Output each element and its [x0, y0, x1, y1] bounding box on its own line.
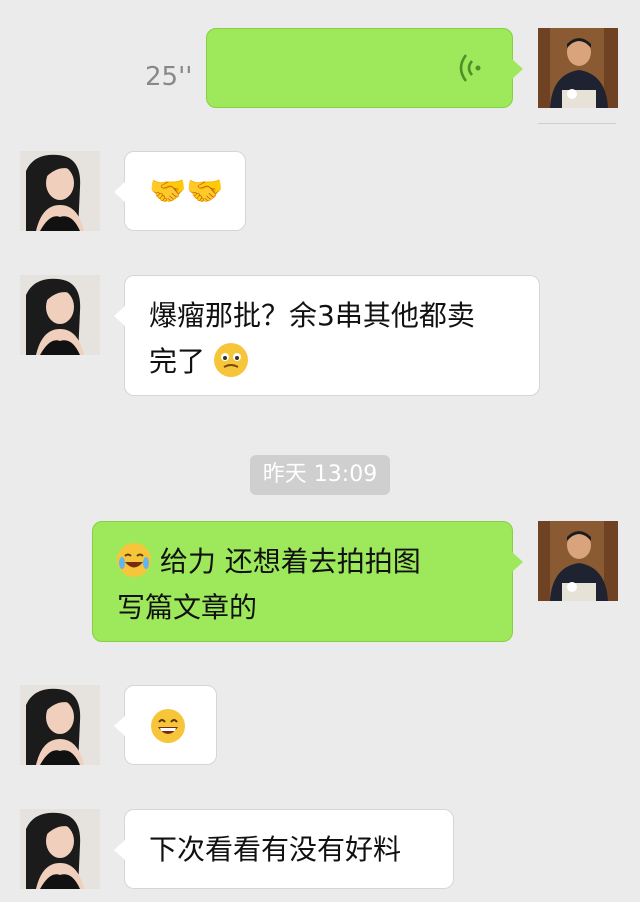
- bubble-tail: [114, 716, 125, 736]
- message-line-with-emoji: 给力 还想着去拍拍图: [117, 539, 512, 585]
- laugh-cry-emoji: [117, 543, 151, 577]
- bubble-tail: [512, 552, 523, 572]
- man-avatar-image: [538, 28, 618, 108]
- voice-wave-icon: [459, 54, 481, 82]
- avatar-contact[interactable]: [20, 685, 100, 765]
- bubble-tail: [512, 59, 523, 79]
- woman-avatar-image: [20, 275, 100, 355]
- timestamp: 昨天 13:09: [250, 455, 390, 495]
- avatar-underline: [538, 123, 616, 124]
- message-text: 给力 还想着去拍拍图: [159, 545, 421, 578]
- text-message-bubble[interactable]: 爆瘤那批？余3串其他都卖 完了: [114, 275, 540, 396]
- avatar-contact[interactable]: [20, 151, 100, 231]
- message-line-with-emoji: 完了: [149, 339, 539, 385]
- avatar-self[interactable]: [538, 28, 618, 108]
- woman-avatar-image: [20, 151, 100, 231]
- voice-duration: 25'': [145, 62, 193, 92]
- bubble-tail: [114, 306, 125, 326]
- man-avatar-image: [538, 521, 618, 601]
- message-text: 完了: [149, 345, 206, 378]
- bubble-tail: [114, 182, 125, 202]
- handshake-emoji: 🤝🤝: [149, 174, 224, 209]
- avatar-contact[interactable]: [20, 275, 100, 355]
- emoji-message-bubble[interactable]: [114, 685, 217, 765]
- handshake-message-bubble[interactable]: 🤝🤝: [114, 151, 246, 231]
- message-line: 写篇文章的: [117, 591, 258, 624]
- bubble-tail: [114, 840, 125, 860]
- message-line: 下次看看有没有好料: [149, 833, 402, 866]
- grin-emoji: [151, 709, 185, 743]
- text-message-bubble[interactable]: 下次看看有没有好料: [114, 809, 454, 889]
- avatar-contact[interactable]: [20, 809, 100, 889]
- text-message-bubble[interactable]: 给力 还想着去拍拍图 写篇文章的: [92, 521, 523, 642]
- voice-message-bubble[interactable]: [206, 28, 523, 108]
- woman-avatar-image: [20, 809, 100, 889]
- woozy-emoji: [213, 343, 248, 377]
- avatar-self[interactable]: [538, 521, 618, 601]
- woman-avatar-image: [20, 685, 100, 765]
- message-line: 爆瘤那批？余3串其他都卖: [149, 299, 475, 332]
